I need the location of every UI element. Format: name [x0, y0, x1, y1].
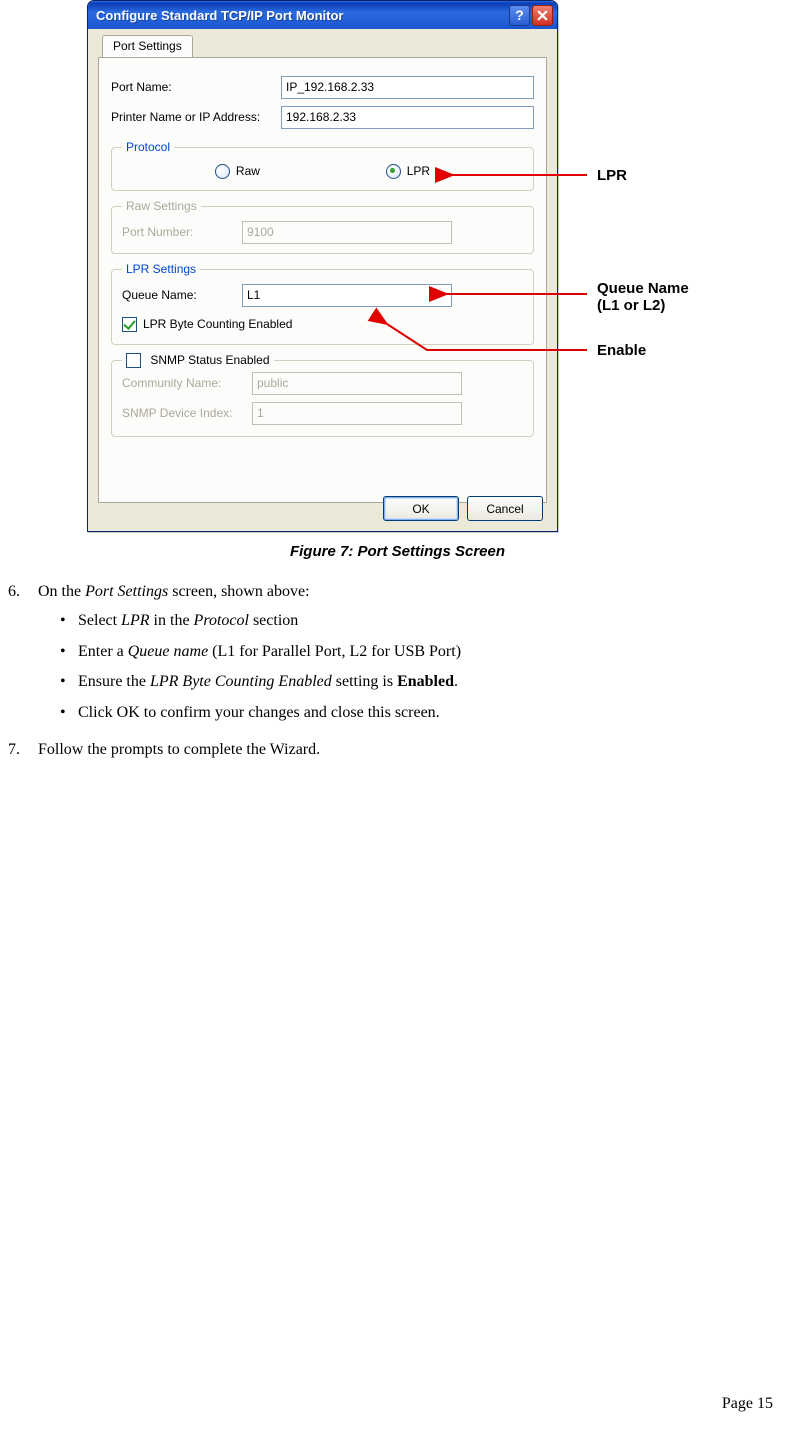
cancel-button[interactable]: Cancel [467, 496, 543, 521]
step-6-number: 6. [8, 580, 38, 734]
snmp-community-label: Community Name: [122, 376, 252, 390]
raw-settings-legend: Raw Settings [122, 199, 201, 213]
callout-lpr: LPR [597, 167, 627, 184]
page-number: Page 15 [722, 1395, 773, 1413]
bullet-byte-counting: Ensure the LPR Byte Counting Enabled set… [60, 670, 765, 695]
raw-port-input [242, 221, 452, 244]
lpr-settings-group: LPR Settings Queue Name: LPR Byte Counti… [111, 262, 534, 345]
snmp-index-input [252, 402, 462, 425]
raw-radio-label: Raw [236, 164, 260, 178]
help-button[interactable]: ? [509, 5, 530, 26]
bullet-select-lpr: Select LPR in the Protocol section [60, 609, 765, 634]
lpr-byte-label: LPR Byte Counting Enabled [143, 317, 292, 331]
lpr-queue-label: Queue Name: [122, 288, 242, 302]
printer-address-label: Printer Name or IP Address: [111, 110, 281, 124]
tab-panel: Port Name: Printer Name or IP Address: P… [98, 57, 547, 503]
raw-port-label: Port Number: [122, 225, 242, 239]
printer-address-input[interactable] [281, 106, 534, 129]
protocol-group: Protocol Raw LPR [111, 140, 534, 191]
figure-caption: Figure 7: Port Settings Screen [0, 543, 795, 560]
snmp-checkbox[interactable] [126, 353, 141, 368]
snmp-checkbox-label: SNMP Status Enabled [150, 353, 269, 367]
callout-queue: Queue Name(L1 or L2) [597, 280, 689, 315]
protocol-legend: Protocol [122, 140, 174, 154]
step-7-text: Follow the prompts to complete the Wizar… [38, 738, 765, 763]
port-name-label: Port Name: [111, 80, 281, 94]
raw-radio[interactable] [215, 164, 230, 179]
lpr-radio-label: LPR [407, 164, 430, 178]
body-text: 6. On the Port Settings screen, shown ab… [8, 580, 765, 767]
window-title: Configure Standard TCP/IP Port Monitor [96, 8, 507, 23]
ok-button[interactable]: OK [383, 496, 459, 521]
close-button[interactable] [532, 5, 553, 26]
titlebar: Configure Standard TCP/IP Port Monitor ? [88, 1, 557, 29]
step-7-number: 7. [8, 738, 38, 763]
snmp-community-input [252, 372, 462, 395]
bullet-enter-queue: Enter a Queue name (L1 for Parallel Port… [60, 640, 765, 665]
callout-enable: Enable [597, 342, 646, 359]
raw-settings-group: Raw Settings Port Number: [111, 199, 534, 254]
bullet-click-ok: Click OK to confirm your changes and clo… [60, 701, 765, 726]
lpr-settings-legend: LPR Settings [122, 262, 200, 276]
lpr-queue-input[interactable] [242, 284, 452, 307]
lpr-radio[interactable] [386, 164, 401, 179]
port-name-input[interactable] [281, 76, 534, 99]
screenshot: Configure Standard TCP/IP Port Monitor ?… [87, 0, 697, 545]
snmp-group: SNMP Status Enabled Community Name: SNMP… [111, 353, 534, 437]
snmp-index-label: SNMP Device Index: [122, 406, 252, 420]
lpr-byte-checkbox[interactable] [122, 317, 137, 332]
dialog-window: Configure Standard TCP/IP Port Monitor ?… [87, 0, 558, 532]
